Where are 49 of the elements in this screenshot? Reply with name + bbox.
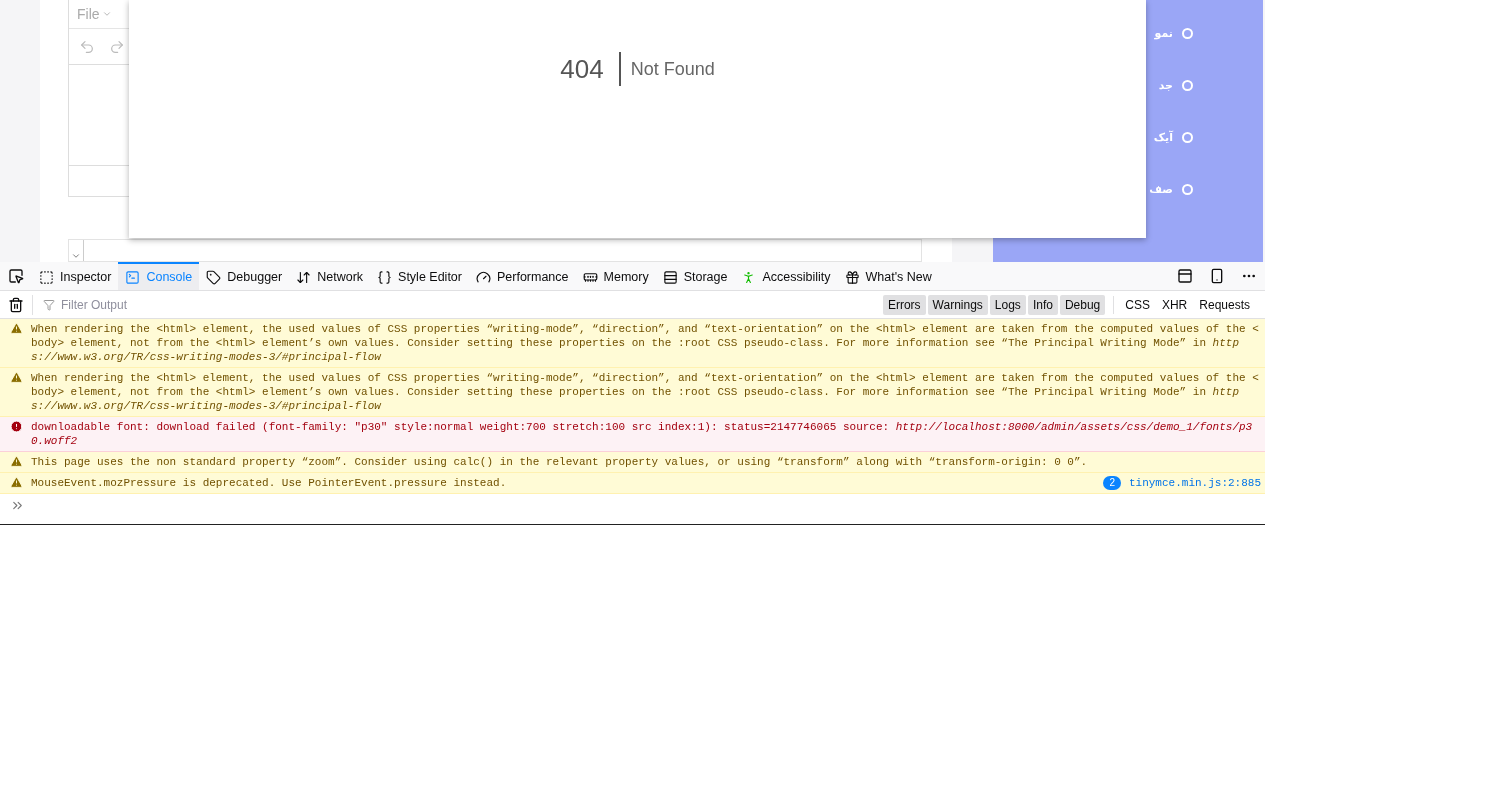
level-filter-button[interactable]: Errors — [882, 294, 926, 315]
arrows-icon — [296, 269, 312, 285]
message-text: downloadable font: download failed (font-family: "p30" style:normal weight:700 stretch:100 src index:1): status=2147746065 source: http://localhost:8000/admin/assets/css/demo_1/fonts/p30.woff2 — [31, 420, 1254, 448]
redo-icon — [109, 38, 125, 55]
braces-icon — [377, 269, 393, 285]
caret-icon — [71, 251, 81, 261]
repeat-count: 2 — [1103, 476, 1121, 490]
circle-icon — [1182, 131, 1193, 143]
gift-icon — [844, 269, 860, 285]
error-icon — [10, 420, 23, 433]
filter-icon — [43, 298, 55, 311]
level-filter-button[interactable]: Info — [1027, 294, 1058, 315]
undo-icon — [79, 38, 95, 55]
list-icon — [662, 269, 678, 285]
category-filter-button[interactable]: CSS — [1120, 294, 1155, 315]
devtools-tab[interactable]: Memory — [575, 262, 656, 290]
devtools-tab[interactable]: Network — [289, 262, 371, 290]
tag-icon — [206, 269, 222, 285]
level-filter-button[interactable]: Logs — [989, 294, 1026, 315]
circle-icon — [1182, 79, 1193, 91]
devtools-tab[interactable]: Accessibility — [734, 262, 838, 290]
devtools-tab[interactable]: Inspector — [32, 262, 119, 290]
square-icon — [39, 269, 54, 285]
gauge-icon — [475, 269, 491, 285]
source-link[interactable]: tinymce.min.js:2:885 — [1128, 476, 1261, 490]
devtools-tab[interactable]: What's New — [837, 262, 939, 290]
terminal-icon — [125, 269, 141, 285]
message-text: When rendering the <html> element, the used values of CSS properties “writing-mode”, “direction”, and “text-orientation” on the <html> element are taken from the computed values of the <body> element, not from the <html> element’s own values. Consider setting these properties on the :root CSS pseudo-class. For more information see “The Principal Writing Mode” in https://www.w3.org/TR/css-writing-modes-3/#principal-flow — [31, 322, 1260, 364]
error-message: Not Found — [629, 58, 715, 81]
category-filter-button[interactable]: Requests — [1194, 294, 1255, 315]
message-text: This page uses the non standard property “zoom”. Consider using calc() in the relevant property values, or using “transform” along with “transform-origin: 0 0”. — [31, 455, 1089, 469]
devtools-tab[interactable]: Storage — [655, 262, 735, 290]
warning-icon — [10, 371, 23, 384]
input-field[interactable] — [68, 238, 922, 262]
warning-icon — [10, 455, 23, 468]
devtools-tab[interactable]: Performance — [468, 262, 576, 290]
level-filter-button[interactable]: Debug — [1059, 294, 1106, 315]
message-text: When rendering the <html> element, the used values of CSS properties “writing-mode”, “direction”, and “text-orientation” on the <html> element are taken from the computed values of the <body> element, not from the <html> element’s own values. Consider setting these properties on the :root CSS pseudo-class. For more information see “The Principal Writing Mode” in https://www.w3.org/TR/css-writing-modes-3/#principal-flow — [31, 371, 1260, 413]
error-code: 404 — [560, 52, 621, 86]
devtools-tab[interactable]: Debugger — [199, 262, 290, 290]
category-filter-button[interactable]: XHR — [1156, 294, 1193, 315]
message-text: MouseEvent.mozPressure is deprecated. Use PointerEvent.pressure instead. — [31, 476, 508, 490]
caret-icon — [101, 9, 112, 19]
level-filter-button[interactable]: Warnings — [927, 294, 988, 315]
warning-icon — [10, 476, 23, 489]
devtools-tab[interactable]: Style Editor — [370, 262, 469, 290]
circle-icon — [1182, 27, 1193, 39]
warning-icon — [10, 322, 23, 335]
circle-icon — [1182, 183, 1193, 195]
